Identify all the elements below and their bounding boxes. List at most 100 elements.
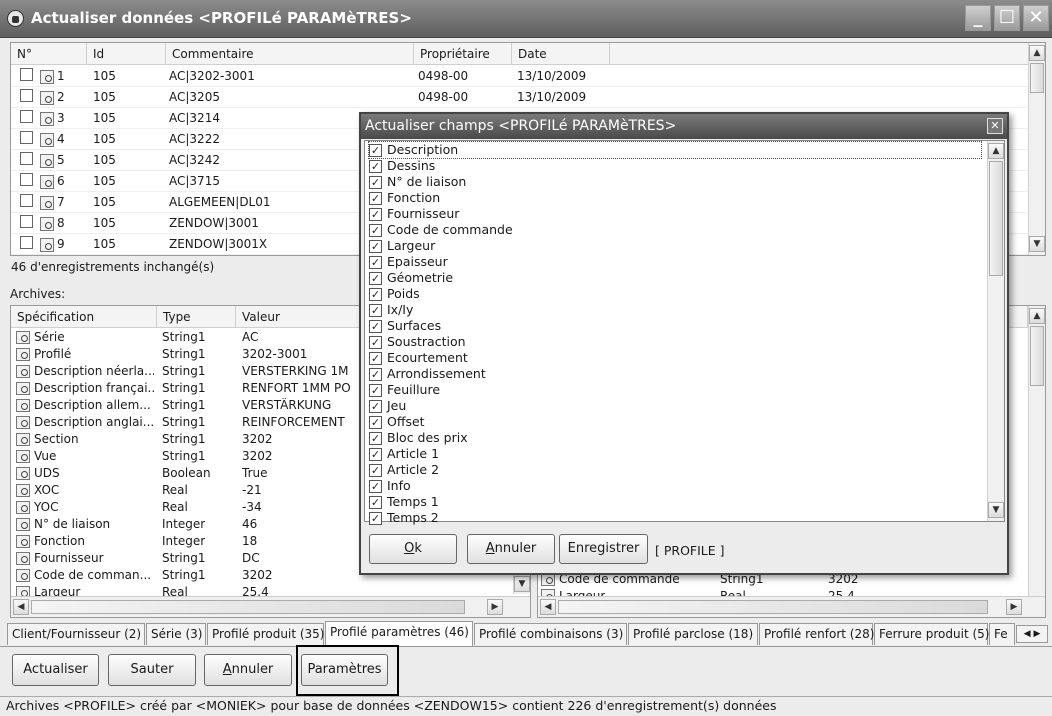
tab-scroll-left-icon[interactable]: ◀ bbox=[1024, 629, 1031, 639]
checkbox-checked-icon[interactable]: ✓ bbox=[369, 336, 382, 349]
row-checkbox[interactable] bbox=[20, 89, 33, 102]
hscroll-thumb[interactable] bbox=[31, 600, 465, 614]
scroll-right-icon[interactable]: ▶ bbox=[1006, 599, 1022, 615]
row-checkbox[interactable] bbox=[20, 131, 33, 144]
scroll-thumb[interactable] bbox=[1030, 326, 1044, 386]
scroll-up-icon[interactable]: ▲ bbox=[1029, 308, 1045, 324]
field-checkbox-item[interactable]: ✓ Temps 1 bbox=[369, 494, 981, 510]
checkbox-checked-icon[interactable]: ✓ bbox=[369, 192, 382, 205]
field-checkbox-item[interactable]: ✓ Poids bbox=[369, 286, 981, 302]
field-checkbox-item[interactable]: ✓ Largeur bbox=[369, 238, 981, 254]
column-header-date[interactable]: Date bbox=[512, 43, 610, 65]
tab-client-fournisseur[interactable]: Client/Fournisseur (2) bbox=[7, 623, 145, 645]
checkbox-checked-icon[interactable]: ✓ bbox=[369, 288, 382, 301]
scroll-down-icon[interactable]: ▼ bbox=[514, 576, 530, 592]
checkbox-checked-icon[interactable]: ✓ bbox=[369, 496, 382, 509]
row-checkbox[interactable] bbox=[20, 236, 33, 249]
field-checkbox-item[interactable]: ✓ Jeu bbox=[369, 398, 981, 414]
hscroll-thumb[interactable] bbox=[558, 600, 988, 614]
field-checkbox-item[interactable]: ✓ Bloc des prix bbox=[369, 430, 981, 446]
fields-scrollbar[interactable]: ▲ ▼ bbox=[987, 141, 1004, 521]
checkbox-checked-icon[interactable]: ✓ bbox=[369, 432, 382, 445]
checkbox-checked-icon[interactable]: ✓ bbox=[369, 256, 382, 269]
table-row[interactable]: 1 105 AC|3202-3001 0498-00 13/10/2009 bbox=[11, 66, 1028, 87]
row-checkbox[interactable] bbox=[20, 152, 33, 165]
field-checkbox-item[interactable]: ✓ Fournisseur bbox=[369, 206, 981, 222]
tab-profile-combinaisons[interactable]: Profilé combinaisons (3) bbox=[474, 623, 627, 645]
scroll-down-icon[interactable]: ▼ bbox=[1029, 236, 1045, 252]
checkbox-checked-icon[interactable]: ✓ bbox=[369, 176, 382, 189]
row-checkbox[interactable] bbox=[20, 173, 33, 186]
column-header-id[interactable]: Id bbox=[87, 43, 166, 65]
field-checkbox-item[interactable]: ✓ Article 2 bbox=[369, 462, 981, 478]
records-scrollbar[interactable]: ▲ ▼ bbox=[1028, 43, 1045, 255]
dialog-close-icon[interactable]: ✕ bbox=[987, 118, 1003, 134]
checkbox-checked-icon[interactable]: ✓ bbox=[369, 272, 382, 285]
column-header-type[interactable]: Type bbox=[157, 306, 236, 328]
tab-profile-renfort[interactable]: Profilé renfort (28) bbox=[759, 623, 874, 645]
checkbox-checked-icon[interactable]: ✓ bbox=[369, 208, 382, 221]
row-checkbox[interactable] bbox=[20, 68, 33, 81]
tab-ferrure-produit[interactable]: Ferrure produit (5) bbox=[874, 623, 989, 645]
compare-vscroll[interactable]: ▲ bbox=[1028, 306, 1045, 596]
parameters-button[interactable]: Paramètres bbox=[301, 654, 388, 686]
scroll-left-icon[interactable]: ◀ bbox=[540, 599, 556, 615]
tab-profile-parclose[interactable]: Profilé parclose (18) bbox=[628, 623, 758, 645]
tab-serie[interactable]: Série (3) bbox=[146, 623, 206, 645]
field-checkbox-item[interactable]: ✓ Description bbox=[368, 141, 982, 159]
close-button[interactable]: ✕ bbox=[1023, 5, 1049, 31]
compare-hscroll[interactable]: ◀ ▶ bbox=[538, 596, 1045, 617]
field-checkbox-item[interactable]: ✓ Arrondissement bbox=[369, 366, 981, 382]
field-checkbox-item[interactable]: ✓ Feuillure bbox=[369, 382, 981, 398]
scroll-down-icon[interactable]: ▼ bbox=[988, 502, 1004, 518]
field-checkbox-item[interactable]: ✓ Géometrie bbox=[369, 270, 981, 286]
scroll-up-icon[interactable]: ▲ bbox=[1029, 45, 1045, 61]
scroll-right-icon[interactable]: ▶ bbox=[487, 599, 503, 615]
field-checkbox-item[interactable]: ✓ Epaisseur bbox=[369, 254, 981, 270]
scroll-thumb[interactable] bbox=[989, 161, 1003, 276]
field-checkbox-item[interactable]: ✓ Surfaces bbox=[369, 318, 981, 334]
checkbox-checked-icon[interactable]: ✓ bbox=[369, 224, 382, 237]
field-checkbox-item[interactable]: ✓ Offset bbox=[369, 414, 981, 430]
checkbox-checked-icon[interactable]: ✓ bbox=[369, 240, 382, 253]
field-checkbox-item[interactable]: ✓ Ix/Iy bbox=[369, 302, 981, 318]
checkbox-checked-icon[interactable]: ✓ bbox=[369, 160, 382, 173]
column-header-number[interactable]: N° bbox=[11, 43, 87, 65]
row-checkbox[interactable] bbox=[20, 194, 33, 207]
tab-scroll-right-icon[interactable]: ▶ bbox=[1033, 629, 1040, 639]
maximize-button[interactable]: ☐ bbox=[994, 5, 1020, 31]
scroll-left-icon[interactable]: ◀ bbox=[13, 599, 29, 615]
checkbox-checked-icon[interactable]: ✓ bbox=[369, 368, 382, 381]
column-header-owner[interactable]: Propriétaire bbox=[414, 43, 512, 65]
field-checkbox-item[interactable]: ✓ Temps 2 bbox=[369, 510, 981, 526]
table-row[interactable]: 2 105 AC|3205 0498-00 13/10/2009 bbox=[11, 87, 1028, 108]
tab-fe[interactable]: Fe bbox=[989, 623, 1015, 645]
checkbox-checked-icon[interactable]: ✓ bbox=[369, 464, 382, 477]
row-checkbox[interactable] bbox=[20, 215, 33, 228]
field-checkbox-item[interactable]: ✓ Soustraction bbox=[369, 334, 981, 350]
checkbox-checked-icon[interactable]: ✓ bbox=[369, 304, 382, 317]
tab-scroll-arrows[interactable]: ◀ ▶ bbox=[1016, 625, 1048, 643]
checkbox-checked-icon[interactable]: ✓ bbox=[369, 384, 382, 397]
checkbox-checked-icon[interactable]: ✓ bbox=[369, 448, 382, 461]
minimize-button[interactable]: _ bbox=[965, 5, 991, 31]
dialog-cancel-button[interactable]: Annuler bbox=[467, 534, 555, 564]
archives-vscroll[interactable]: ▼ bbox=[513, 574, 530, 594]
field-checkbox-item[interactable]: ✓ Ecourtement bbox=[369, 350, 981, 366]
checkbox-checked-icon[interactable]: ✓ bbox=[369, 480, 382, 493]
cancel-button[interactable]: Annuler bbox=[204, 654, 292, 686]
checkbox-checked-icon[interactable]: ✓ bbox=[369, 512, 382, 525]
archives-hscroll[interactable]: ◀ ▶ bbox=[11, 596, 530, 617]
skip-button[interactable]: Sauter bbox=[108, 654, 196, 686]
checkbox-checked-icon[interactable]: ✓ bbox=[369, 144, 382, 157]
field-checkbox-item[interactable]: ✓ Dessins bbox=[369, 158, 981, 174]
tab-profile-parametres[interactable]: Profilé paramètres (46) bbox=[325, 621, 473, 646]
ok-button[interactable]: Ok bbox=[369, 534, 457, 564]
checkbox-checked-icon[interactable]: ✓ bbox=[369, 400, 382, 413]
field-checkbox-item[interactable]: ✓ Info bbox=[369, 478, 981, 494]
update-button[interactable]: Actualiser bbox=[12, 654, 99, 686]
column-header-spec[interactable]: Spécification bbox=[11, 306, 157, 328]
field-checkbox-item[interactable]: ✓ Fonction bbox=[369, 190, 981, 206]
field-checkbox-item[interactable]: ✓ Code de commande bbox=[369, 222, 981, 238]
field-checkbox-item[interactable]: ✓ N° de liaison bbox=[369, 174, 981, 190]
